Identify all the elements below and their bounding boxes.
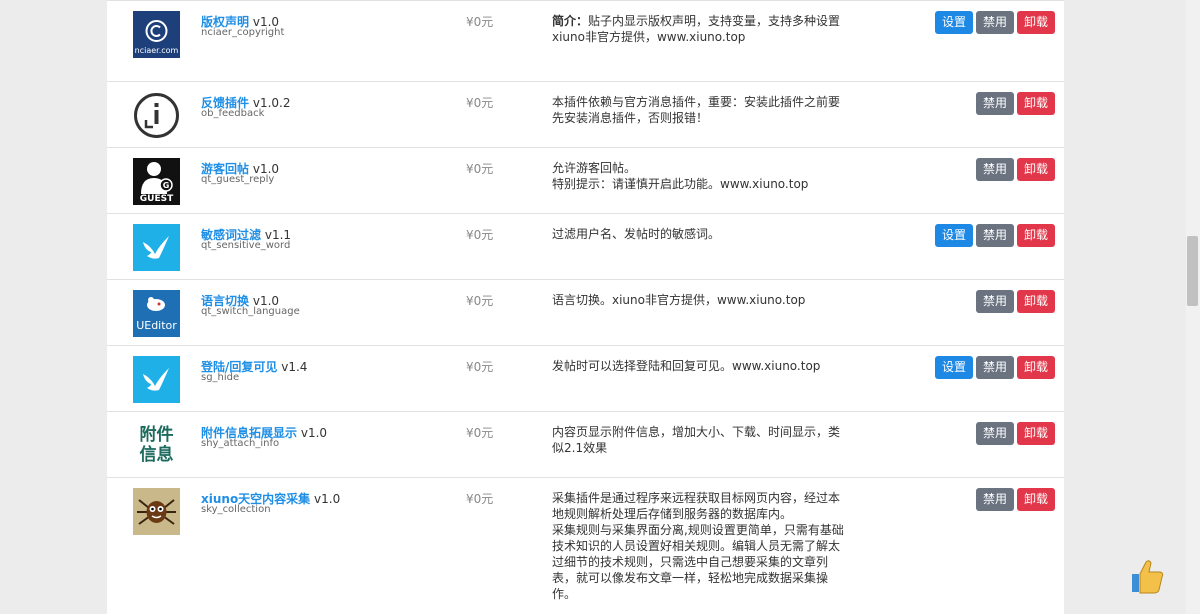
icon-caption: GUEST <box>139 194 174 204</box>
dove-icon <box>133 356 180 403</box>
plugin-description: 简介：贴子内显示版权声明，支持变量，支持多种设置 xiuno非官方提供，www.… <box>552 13 844 45</box>
plugin-actions: 禁用 卸载 <box>975 488 1055 511</box>
plugin-row: G GUEST 游客回帖 v1.0 qt_guest_reply ¥0元 允许游… <box>107 147 1064 214</box>
plugin-row: xiuno天空内容采集 v1.0 sky_collection ¥0元 采集插件… <box>107 477 1064 614</box>
plugin-price: ¥0元 <box>466 162 494 176</box>
plugin-identifier: sky_collection <box>201 504 271 515</box>
uninstall-button[interactable]: 卸载 <box>1016 488 1055 511</box>
description-text: 过滤用户名、发帖时的敏感词。 <box>552 227 721 241</box>
description-text: 采集插件是通过程序来远程获取目标网页内容，经过本地规则解析处理后存储到服务器的数… <box>552 491 844 601</box>
plugin-price: ¥0元 <box>466 96 494 110</box>
settings-button[interactable]: 设置 <box>934 11 973 34</box>
uninstall-button[interactable]: 卸载 <box>1016 290 1055 313</box>
uninstall-button[interactable]: 卸载 <box>1016 11 1055 34</box>
uninstall-button[interactable]: 卸载 <box>1016 356 1055 379</box>
copyright-icon: nciaer.com <box>133 11 180 58</box>
disable-button[interactable]: 禁用 <box>975 92 1014 115</box>
plugin-price: ¥0元 <box>466 360 494 374</box>
plugin-row: 附件信息 附件信息拓展显示 v1.0 shy_attach_info ¥0元 内… <box>107 411 1064 478</box>
plugin-identifier: ob_feedback <box>201 108 265 119</box>
icon-caption: UEditor <box>136 319 177 332</box>
plugin-row: nciaer.com 版权声明 v1.0 nciaer_copyright ¥0… <box>107 0 1064 82</box>
plugin-actions: 禁用 卸载 <box>975 158 1055 181</box>
plugin-description: 内容页显示附件信息，增加大小、下载、时间显示，类似2.1效果 <box>552 424 844 456</box>
info-feedback-icon <box>133 92 180 139</box>
vertical-scrollbar[interactable] <box>1186 0 1200 614</box>
plugin-list: nciaer.com 版权声明 v1.0 nciaer_copyright ¥0… <box>107 0 1064 614</box>
plugin-description: 采集插件是通过程序来远程获取目标网页内容，经过本地规则解析处理后存储到服务器的数… <box>552 490 844 602</box>
plugin-version: v1.0 <box>300 426 328 440</box>
settings-button[interactable]: 设置 <box>934 356 973 379</box>
dove-icon <box>133 224 180 271</box>
plugin-identifier: nciaer_copyright <box>201 27 285 38</box>
plugin-description: 允许游客回帖。 特别提示：请谨慎开启此功能。www.xiuno.top <box>552 160 844 192</box>
description-text: 允许游客回帖。 特别提示：请谨慎开启此功能。www.xiuno.top <box>552 161 809 191</box>
thumbs-up-icon[interactable] <box>1128 556 1166 596</box>
uninstall-button[interactable]: 卸载 <box>1016 422 1055 445</box>
plugin-row: 敏感词过滤 v1.1 qt_sensitive_word ¥0元 过滤用户名、发… <box>107 213 1064 280</box>
plugin-identifier: sg_hide <box>201 372 240 383</box>
description-label: 简介： <box>552 14 589 28</box>
uninstall-button[interactable]: 卸载 <box>1016 224 1055 247</box>
description-text: 本插件依赖与官方消息插件，重要：安装此插件之前要先安装消息插件，否则报错！ <box>552 95 841 125</box>
description-text: 内容页显示附件信息，增加大小、下载、时间显示，类似2.1效果 <box>552 425 841 455</box>
description-text: 贴子内显示版权声明，支持变量，支持多种设置 xiuno非官方提供，www.xiu… <box>552 14 841 44</box>
plugin-price: ¥0元 <box>466 228 494 242</box>
plugin-actions: 禁用 卸载 <box>975 92 1055 115</box>
disable-button[interactable]: 禁用 <box>975 11 1014 34</box>
disable-button[interactable]: 禁用 <box>975 158 1014 181</box>
attach-info-icon: 附件信息 <box>133 422 180 469</box>
plugin-price: ¥0元 <box>466 294 494 308</box>
plugin-price: ¥0元 <box>466 426 494 440</box>
guest-icon: G GUEST <box>133 158 180 205</box>
plugin-actions: 设置 禁用 卸载 <box>934 11 1055 34</box>
plugin-version: v1.0 <box>314 492 341 506</box>
ueditor-icon: UEditor <box>133 290 180 337</box>
plugin-description: 本插件依赖与官方消息插件，重要：安装此插件之前要先安装消息插件，否则报错！ <box>552 94 844 126</box>
plugin-identifier: qt_sensitive_word <box>201 240 291 251</box>
plugin-identifier: qt_switch_language <box>201 306 300 317</box>
plugin-identifier: qt_guest_reply <box>201 174 275 185</box>
plugin-description: 发帖时可以选择登陆和回复可见。www.xiuno.top <box>552 358 844 374</box>
plugin-actions: 设置 禁用 卸载 <box>934 356 1055 379</box>
scrollbar-thumb[interactable] <box>1187 236 1198 306</box>
icon-caption: nciaer.com <box>134 46 179 55</box>
plugin-row: UEditor 语言切换 v1.0 qt_switch_language ¥0元… <box>107 279 1064 346</box>
disable-button[interactable]: 禁用 <box>975 290 1014 313</box>
svg-text:G: G <box>163 181 170 190</box>
disable-button[interactable]: 禁用 <box>975 224 1014 247</box>
plugin-price: ¥0元 <box>466 492 494 506</box>
settings-button[interactable]: 设置 <box>934 224 973 247</box>
plugin-actions: 禁用 卸载 <box>975 422 1055 445</box>
uninstall-button[interactable]: 卸载 <box>1016 158 1055 181</box>
disable-button[interactable]: 禁用 <box>975 488 1014 511</box>
disable-button[interactable]: 禁用 <box>975 356 1014 379</box>
plugin-actions: 设置 禁用 卸载 <box>934 224 1055 247</box>
icon-caption: 附件信息 <box>139 425 174 465</box>
plugin-price: ¥0元 <box>466 15 494 29</box>
description-text: 语言切换。xiuno非官方提供，www.xiuno.top <box>552 293 806 307</box>
spider-icon <box>133 488 180 535</box>
plugin-identifier: shy_attach_info <box>201 438 280 449</box>
uninstall-button[interactable]: 卸载 <box>1016 92 1055 115</box>
plugin-actions: 禁用 卸载 <box>975 290 1055 313</box>
plugin-description: 过滤用户名、发帖时的敏感词。 <box>552 226 844 242</box>
plugin-row: 登陆/回复可见 v1.4 sg_hide ¥0元 发帖时可以选择登陆和回复可见。… <box>107 345 1064 412</box>
plugin-row: 反馈插件 v1.0.2 ob_feedback ¥0元 本插件依赖与官方消息插件… <box>107 81 1064 148</box>
description-text: 发帖时可以选择登陆和回复可见。www.xiuno.top <box>552 359 821 373</box>
disable-button[interactable]: 禁用 <box>975 422 1014 445</box>
plugin-version: v1.4 <box>281 360 308 374</box>
plugin-description: 语言切换。xiuno非官方提供，www.xiuno.top <box>552 292 844 308</box>
